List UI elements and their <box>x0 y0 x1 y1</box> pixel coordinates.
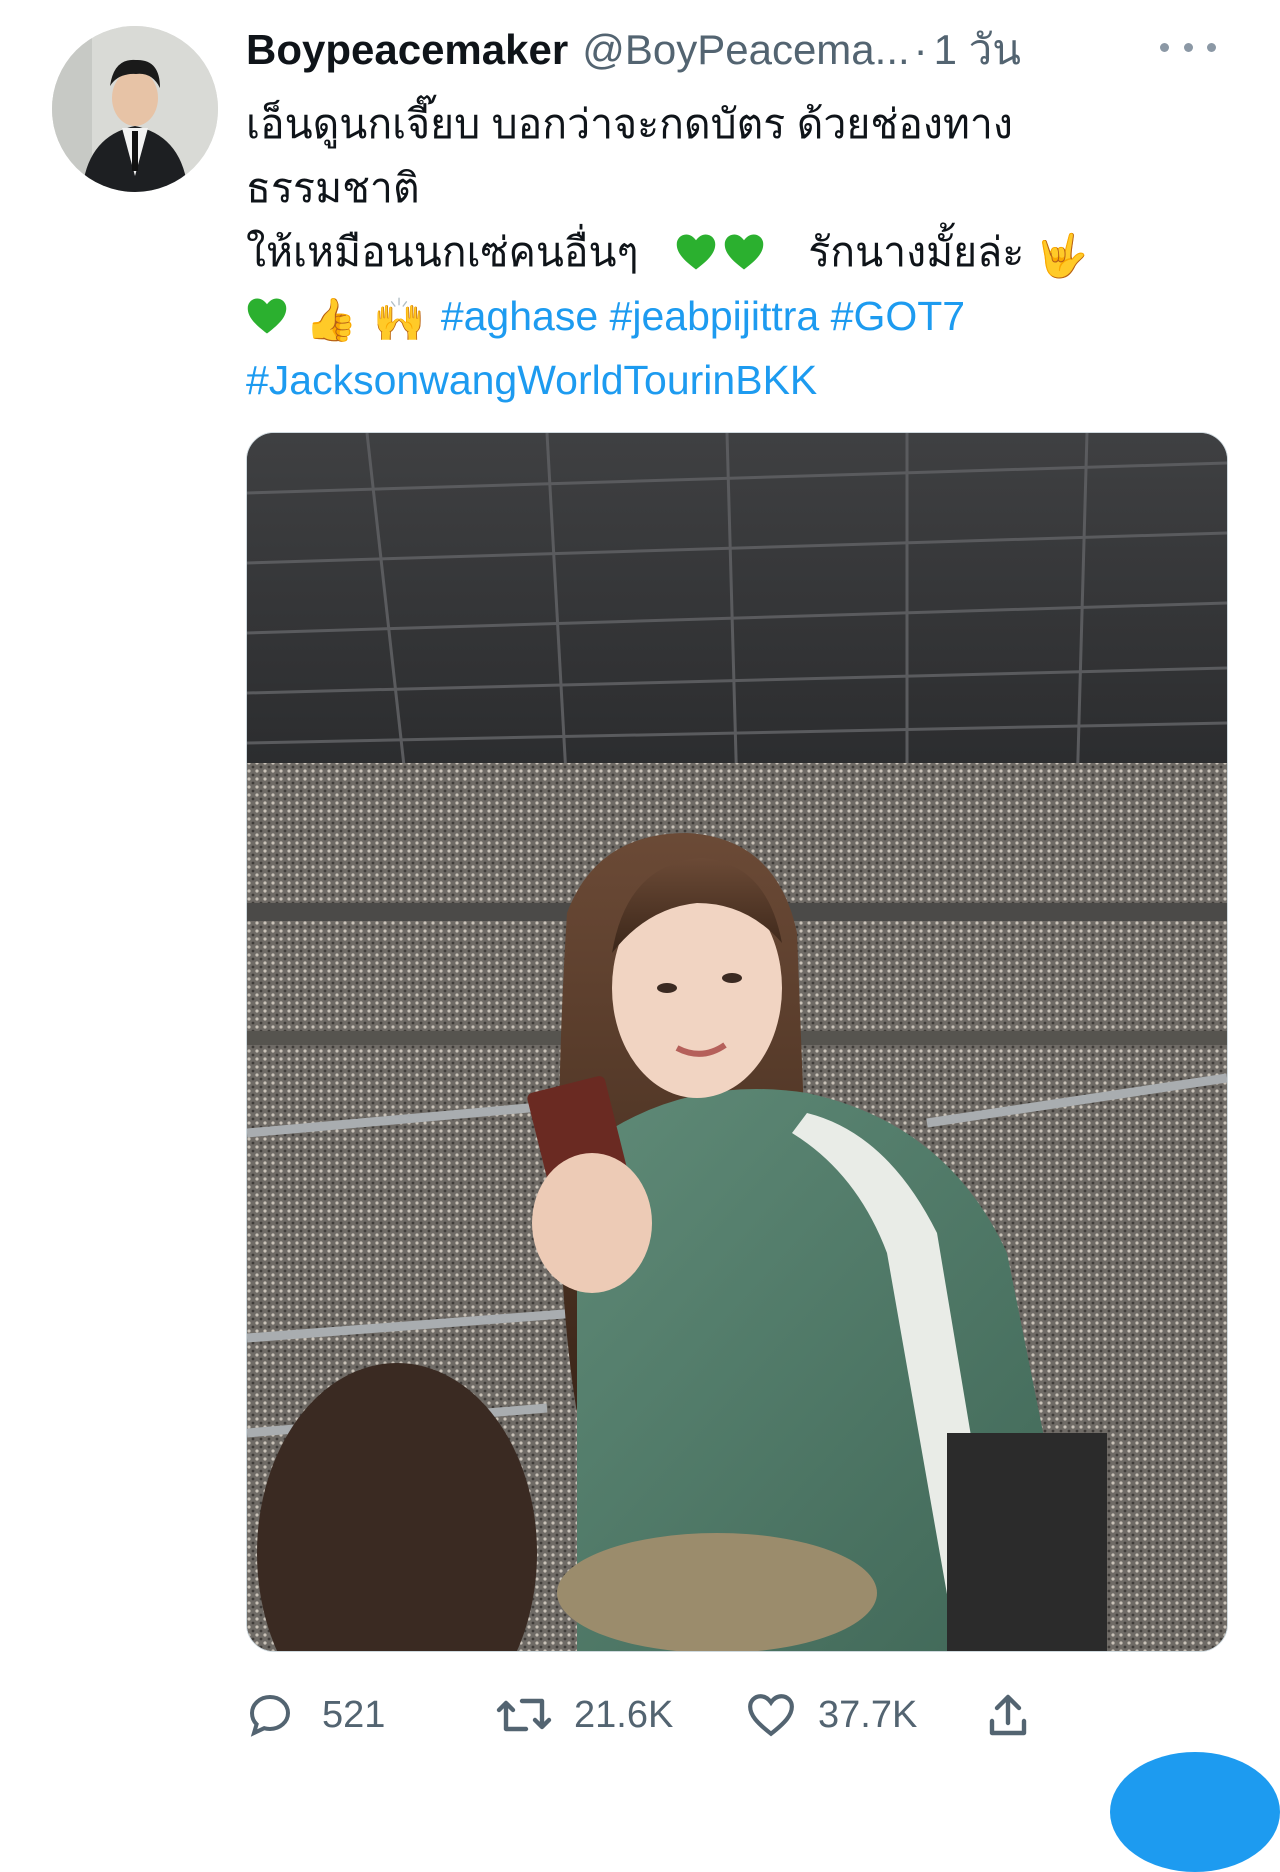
reply-button[interactable]: 521 <box>246 1680 385 1750</box>
avatar[interactable] <box>52 26 218 192</box>
tweet-text-line: 👍 🙌 #aghase #jeabpijittra #GOT7 <box>246 284 1206 348</box>
reply-count: 521 <box>322 1693 386 1736</box>
tweet-actions: 521 21.6K 37.7K <box>246 1680 1146 1750</box>
more-options-icon[interactable] <box>1160 32 1216 62</box>
concert-arena-photo <box>247 433 1227 1651</box>
like-count: 37.7K <box>818 1693 918 1736</box>
tweet-text-line: ให้เหมือนนกเซ่คนอื่นๆ รักนางมั้ยล่ะ 🤟 <box>246 220 1206 284</box>
hashtag-link[interactable]: #GOT7 <box>831 293 965 339</box>
retweet-icon <box>496 1698 552 1732</box>
separator-dot: · <box>913 26 928 73</box>
tweet-header: Boypeacemaker @BoyPeacema... · 1 วัน <box>246 22 1021 78</box>
hashtag-link[interactable]: #jeabpijittra <box>610 293 820 339</box>
tweet-text-segment: รักนางมั้ยล่ะ <box>808 229 1025 275</box>
hashtag-link[interactable]: #aghase <box>441 293 598 339</box>
tweet-text-segment: ให้เหมือนนกเซ่คนอื่นๆ <box>246 229 639 275</box>
tweet-photo[interactable] <box>246 432 1228 1652</box>
avatar-photo <box>52 26 218 192</box>
love-you-gesture-icon: 🤟 <box>1035 232 1089 279</box>
compose-button[interactable] <box>1110 1752 1280 1872</box>
hashtag-link[interactable]: #JacksonwangWorldTourinBKK <box>246 357 817 403</box>
green-heart-icon <box>725 234 764 270</box>
tweet-text-line: #JacksonwangWorldTourinBKK <box>246 348 1206 412</box>
heart-icon <box>748 1694 794 1737</box>
raising-hands-icon: 🙌 <box>373 296 426 343</box>
like-button[interactable]: 37.7K <box>746 1680 917 1750</box>
reply-icon <box>249 1694 291 1737</box>
green-heart-icon <box>677 234 716 270</box>
share-icon <box>989 1694 1027 1736</box>
user-handle[interactable]: @BoyPeacema... <box>582 26 909 74</box>
thumbs-up-icon: 👍 <box>305 296 358 343</box>
tweet-text-line: เอ็นดูนกเจี๊ยบ บอกว่าจะกดบัตร ด้วยช่องทา… <box>246 101 1013 147</box>
tweet-text-line: ธรรมชาติ <box>246 165 420 211</box>
timestamp[interactable]: 1 วัน <box>934 17 1021 83</box>
green-heart-icon <box>247 298 287 334</box>
share-button[interactable] <box>986 1680 1030 1750</box>
retweet-button[interactable]: 21.6K <box>496 1680 673 1750</box>
tweet-text: เอ็นดูนกเจี๊ยบ บอกว่าจะกดบัตร ด้วยช่องทา… <box>246 92 1206 412</box>
display-name[interactable]: Boypeacemaker <box>246 26 568 74</box>
retweet-count: 21.6K <box>574 1693 674 1736</box>
